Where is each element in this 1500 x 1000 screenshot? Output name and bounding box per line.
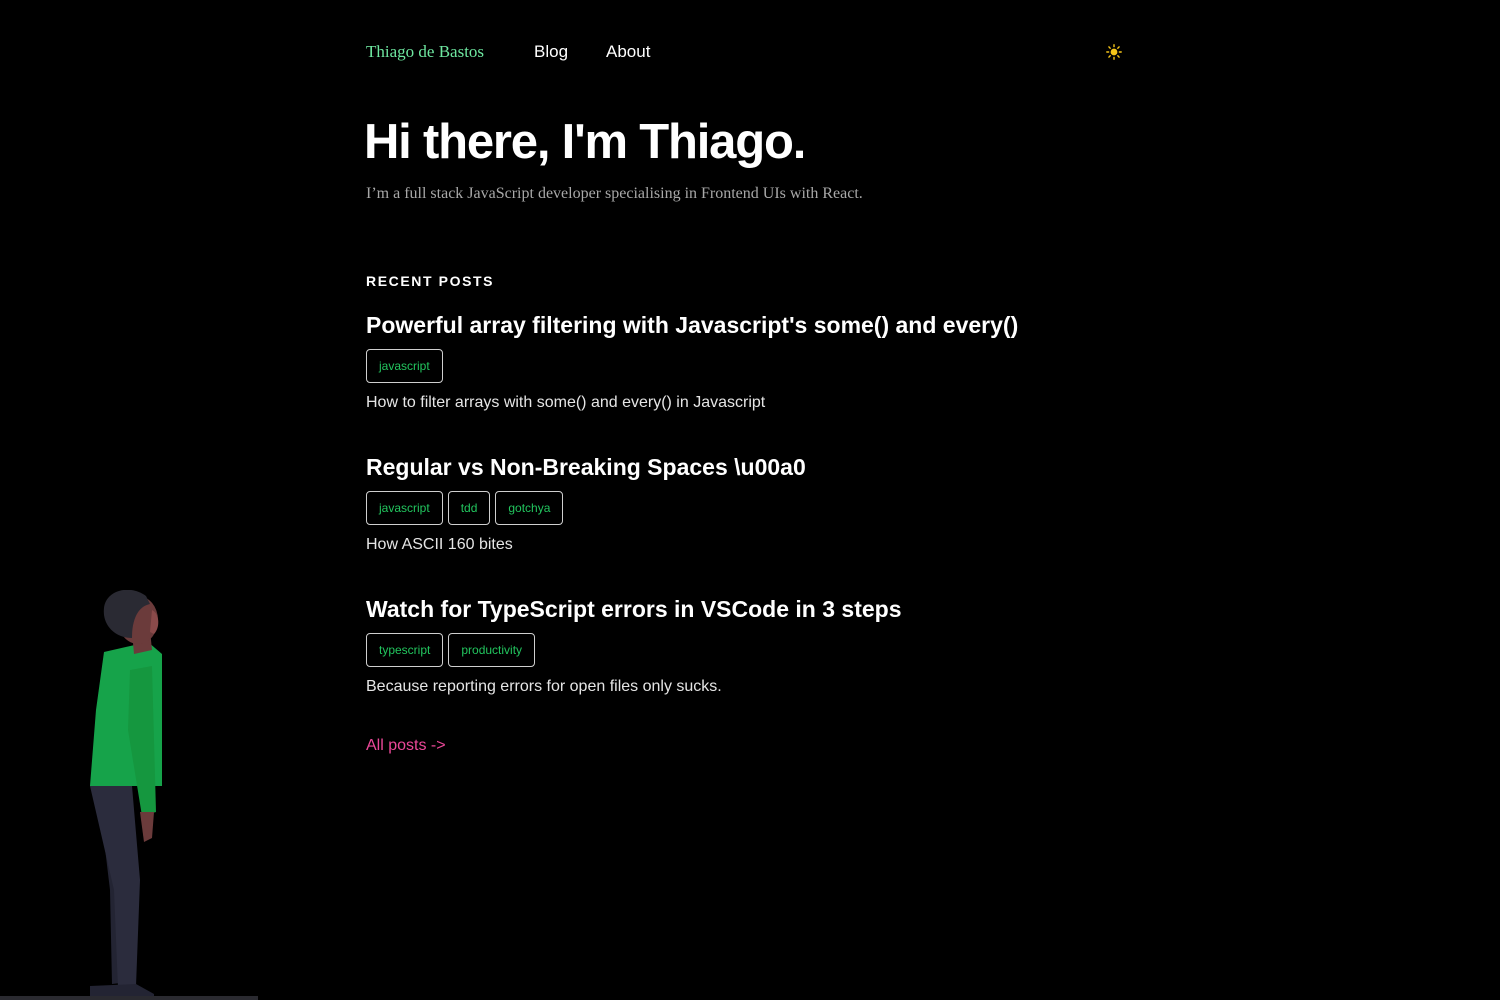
nav-link-blog[interactable]: Blog [534, 42, 568, 62]
tag-typescript[interactable]: typescript [366, 633, 444, 667]
post-description: How to filter arrays with some() and eve… [366, 394, 766, 411]
post-tags: typescript productivity [366, 633, 1126, 667]
tag-javascript[interactable]: javascript [366, 349, 443, 383]
post-description: Because reporting errors for open files … [366, 678, 722, 695]
tag-gotchya[interactable]: gotchya [495, 491, 564, 525]
hero-title: Hi there, I'm Thiago. [364, 115, 806, 169]
tag-javascript[interactable]: javascript [366, 491, 443, 525]
person-looking-up-illustration [90, 590, 162, 998]
recent-posts-heading: RECENT POSTS [366, 273, 495, 289]
brand-link[interactable]: Thiago de Bastos [366, 42, 484, 62]
theme-toggle-button[interactable] [1102, 40, 1126, 64]
tag-productivity[interactable]: productivity [448, 633, 536, 667]
post-description: How ASCII 160 bites [366, 536, 513, 553]
post-item: Regular vs Non-Breaking Spaces \u00a0 ja… [366, 452, 1126, 555]
post-title-link[interactable]: Powerful array filtering with Javascript… [366, 310, 1126, 340]
nav-link-about[interactable]: About [606, 42, 650, 62]
post-item: Powerful array filtering with Javascript… [366, 310, 1126, 413]
all-posts-link[interactable]: All posts -> [366, 737, 446, 755]
post-item: Watch for TypeScript errors in VSCode in… [366, 594, 1126, 697]
hero-subtitle: I’m a full stack JavaScript developer sp… [366, 185, 863, 202]
post-title-link[interactable]: Watch for TypeScript errors in VSCode in… [366, 594, 1126, 624]
floor-line [0, 996, 258, 1000]
tag-tdd[interactable]: tdd [447, 491, 491, 525]
top-nav: Thiago de Bastos Blog About [366, 40, 1126, 66]
post-tags: javascript tdd gotchya [366, 491, 1126, 525]
sun-icon [1106, 44, 1122, 60]
post-tags: javascript [366, 349, 1126, 383]
post-title-link[interactable]: Regular vs Non-Breaking Spaces \u00a0 [366, 452, 1126, 482]
